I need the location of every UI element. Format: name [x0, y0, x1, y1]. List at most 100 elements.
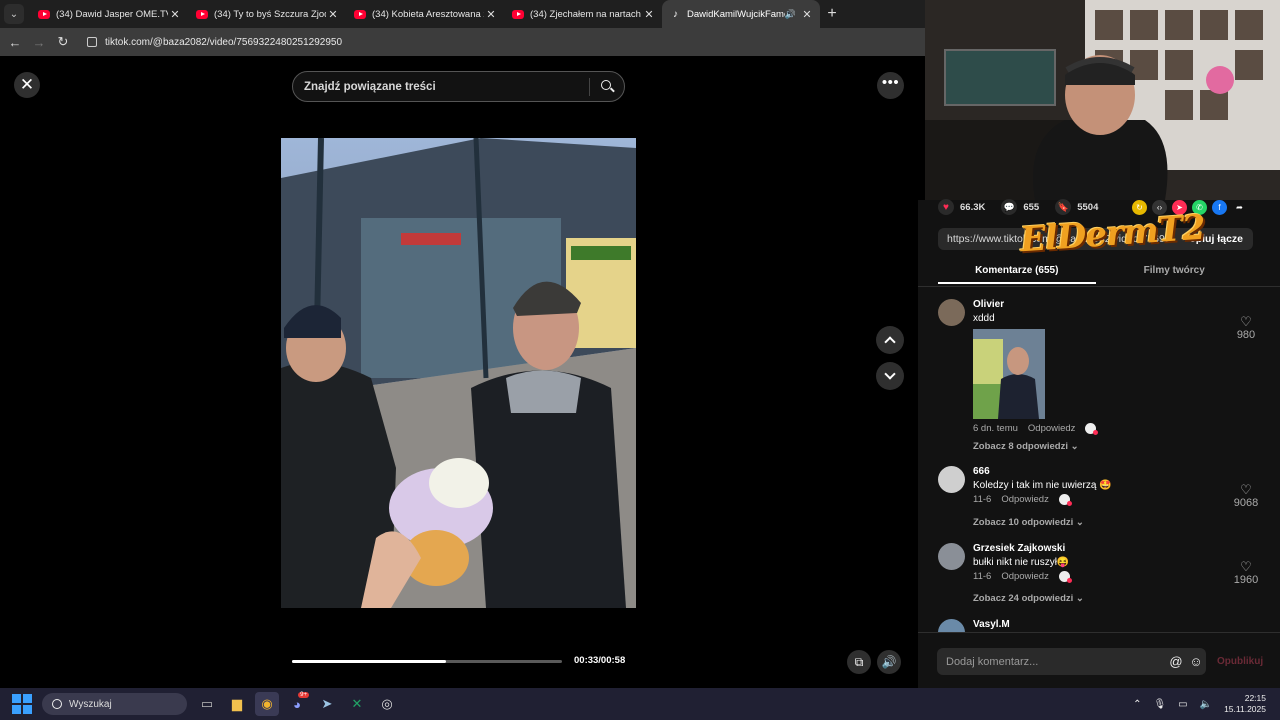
steam-icon[interactable]: ➤	[315, 692, 339, 716]
previous-video-button[interactable]	[876, 326, 904, 354]
comment-input[interactable]: Dodaj komentarz... @ ☺	[937, 648, 1206, 675]
clock[interactable]: 22:15 15.11.2025	[1224, 693, 1266, 715]
close-icon[interactable]: ✕	[14, 72, 40, 98]
reply-button[interactable]: Odpowiedz	[1001, 494, 1049, 505]
obs-icon[interactable]: ◎	[375, 692, 399, 716]
comment-like[interactable]: ♡ 1960	[1229, 560, 1263, 587]
screen: ⌄ (34) Dawid Jasper OME.TV #21 ✕ (34) Ty…	[0, 0, 1280, 720]
heart-outline-icon[interactable]: ♡	[1229, 560, 1263, 574]
video-frame[interactable]	[281, 138, 636, 608]
forward-arrow-icon[interactable]: →	[27, 35, 51, 50]
comment-like[interactable]: ♡ 980	[1229, 315, 1263, 342]
video-link[interactable]: https://www.tiktok.com/@baza2082/video/7…	[938, 233, 1179, 245]
comment-placeholder: Dodaj komentarz...	[946, 655, 1039, 668]
reply-button[interactable]: Odpowiedz	[1001, 571, 1049, 582]
browser-tab-3[interactable]: (34) Kobieta Aresztowana za Uj ✕	[346, 0, 504, 28]
youtube-icon	[512, 9, 524, 19]
details-panel: ♥ 66.3K 💬 655 🔖 5504 ↻ ‹› ➤ ✆ f ➦ https:…	[918, 199, 1280, 688]
share-arrow-icon[interactable]: ➦	[1232, 200, 1247, 215]
comment-meta: 11-6 Odpowiedz	[973, 571, 1072, 583]
speaker-icon[interactable]: 🔊	[785, 9, 796, 20]
heart-icon[interactable]: ♥	[938, 199, 954, 215]
tab-search-button[interactable]: ⌄	[4, 4, 24, 24]
publish-button[interactable]: Opublikuj	[1217, 656, 1263, 667]
video-progress-bar[interactable]	[292, 660, 562, 663]
volume-icon[interactable]: 🔊	[877, 650, 901, 674]
mention-icon[interactable]: @	[1166, 654, 1186, 669]
comment-text: bułki nikt nie ruszył😝	[973, 557, 1070, 568]
comment-username[interactable]: Grzesiek Zajkowski	[973, 543, 1065, 554]
file-explorer-icon[interactable]: ▆	[225, 692, 249, 716]
comment-icon[interactable]: 💬	[1001, 199, 1018, 215]
close-tab-icon[interactable]: ✕	[484, 8, 498, 21]
view-replies-button[interactable]: Zobacz 10 odpowiedzi ⌄	[973, 517, 1084, 528]
likes-count: 66.3K	[960, 201, 986, 213]
site-info-icon[interactable]	[87, 37, 97, 47]
close-tab-icon[interactable]: ✕	[168, 8, 182, 21]
discord-icon[interactable]: ◕ 9+	[285, 692, 309, 716]
view-replies-button[interactable]: Zobacz 8 odpowiedzi ⌄	[973, 441, 1079, 452]
windows-start-icon[interactable]	[12, 694, 32, 714]
tab-label: (34) Dawid Jasper OME.TV #21	[56, 8, 168, 20]
avatar[interactable]	[938, 466, 965, 493]
copy-link-button[interactable]: opiuj łącze	[1179, 233, 1253, 245]
whatsapp-icon[interactable]: ✆	[1192, 200, 1207, 215]
comment-username[interactable]: 666	[973, 466, 990, 477]
next-video-button[interactable]	[876, 362, 904, 390]
embed-icon[interactable]: ‹›	[1152, 200, 1167, 215]
taskbar-search-label: Wyszukaj	[69, 698, 112, 710]
avatar[interactable]	[938, 619, 965, 632]
browser-tab-2[interactable]: (34) Ty to byś Szczura Zjod | Sp ✕	[188, 0, 346, 28]
emoji-icon[interactable]: ☺	[1186, 654, 1206, 669]
view-replies-button[interactable]: Zobacz 24 odpowiedzi ⌄	[973, 593, 1084, 604]
browser-tab-4[interactable]: (34) Zjechałem na nartach z Mo ✕	[504, 0, 662, 28]
search-icon[interactable]	[590, 71, 624, 102]
reply-button[interactable]: Odpowiedz	[1028, 423, 1076, 434]
network-icon[interactable]: ▭	[1178, 699, 1187, 710]
divider	[918, 286, 1280, 287]
close-tab-icon[interactable]: ✕	[642, 8, 656, 21]
chevron-up-icon[interactable]: ⌃	[1133, 699, 1141, 710]
browser-tab-1[interactable]: (34) Dawid Jasper OME.TV #21 ✕	[30, 0, 188, 28]
comment-like-count: 9068	[1233, 497, 1259, 509]
facebook-icon[interactable]: f	[1212, 200, 1227, 215]
discord-badge: 9+	[298, 692, 309, 698]
comments-list[interactable]: Olivier xddd 6 dn. temu Odpowiedz Zobacz…	[918, 295, 1280, 632]
system-tray: ⌃ 🎙 ▭ 🔈 22:15 15.11.2025	[1133, 688, 1266, 720]
tab-label: (34) Ty to byś Szczura Zjod | Sp	[214, 8, 326, 20]
pip-icon[interactable]: ⧉	[847, 650, 871, 674]
related-search-bar[interactable]: Znajdź powiązane treści	[292, 71, 625, 102]
reload-icon[interactable]: ↻	[51, 34, 75, 50]
browser-tab-5[interactable]: ♪ DawidKamilWujcikFameMe 🔊 ✕	[662, 0, 820, 28]
volume-icon[interactable]: 🔈	[1200, 699, 1212, 710]
tab-comments[interactable]: Komentarze (655)	[938, 260, 1096, 284]
comment-username[interactable]: Olivier	[973, 299, 1004, 310]
avatar[interactable]	[938, 543, 965, 570]
close-tab-icon[interactable]: ✕	[326, 8, 340, 21]
avatar[interactable]	[938, 299, 965, 326]
close-tab-icon[interactable]: ✕	[800, 8, 814, 21]
back-arrow-icon[interactable]: ←	[3, 35, 27, 50]
chevron-down-icon	[884, 368, 896, 380]
address-bar[interactable]: tiktok.com/@baza2082/video/7569322480251…	[87, 37, 342, 48]
progress-fill	[292, 660, 446, 663]
comment-image[interactable]	[973, 329, 1045, 419]
excel-icon[interactable]: ✕	[345, 692, 369, 716]
comment-username[interactable]: Vasyl.M	[973, 619, 1010, 630]
send-icon[interactable]: ➤	[1172, 200, 1187, 215]
comment-like[interactable]: ♡ 9068	[1229, 483, 1263, 510]
creator-liked-icon	[1085, 423, 1099, 435]
heart-outline-icon[interactable]: ♡	[1229, 315, 1263, 329]
more-options-icon[interactable]: •••	[877, 72, 904, 99]
microphone-icon[interactable]: 🎙	[1153, 699, 1166, 710]
repost-icon[interactable]: ↻	[1132, 200, 1147, 215]
new-tab-button[interactable]: +	[820, 5, 844, 23]
search-input[interactable]: Znajdź powiązane treści	[304, 81, 589, 93]
heart-outline-icon[interactable]: ♡	[1229, 483, 1263, 497]
bookmark-icon[interactable]: 🔖	[1055, 199, 1072, 215]
task-view-icon[interactable]: ▭	[195, 692, 219, 716]
chrome-icon[interactable]: ◉	[255, 692, 279, 716]
taskbar-search[interactable]: Wyszukaj	[42, 693, 187, 715]
comment-item: Olivier xddd 6 dn. temu Odpowiedz Zobacz…	[938, 299, 1263, 459]
tab-creator-videos[interactable]: Filmy twórcy	[1096, 260, 1254, 284]
